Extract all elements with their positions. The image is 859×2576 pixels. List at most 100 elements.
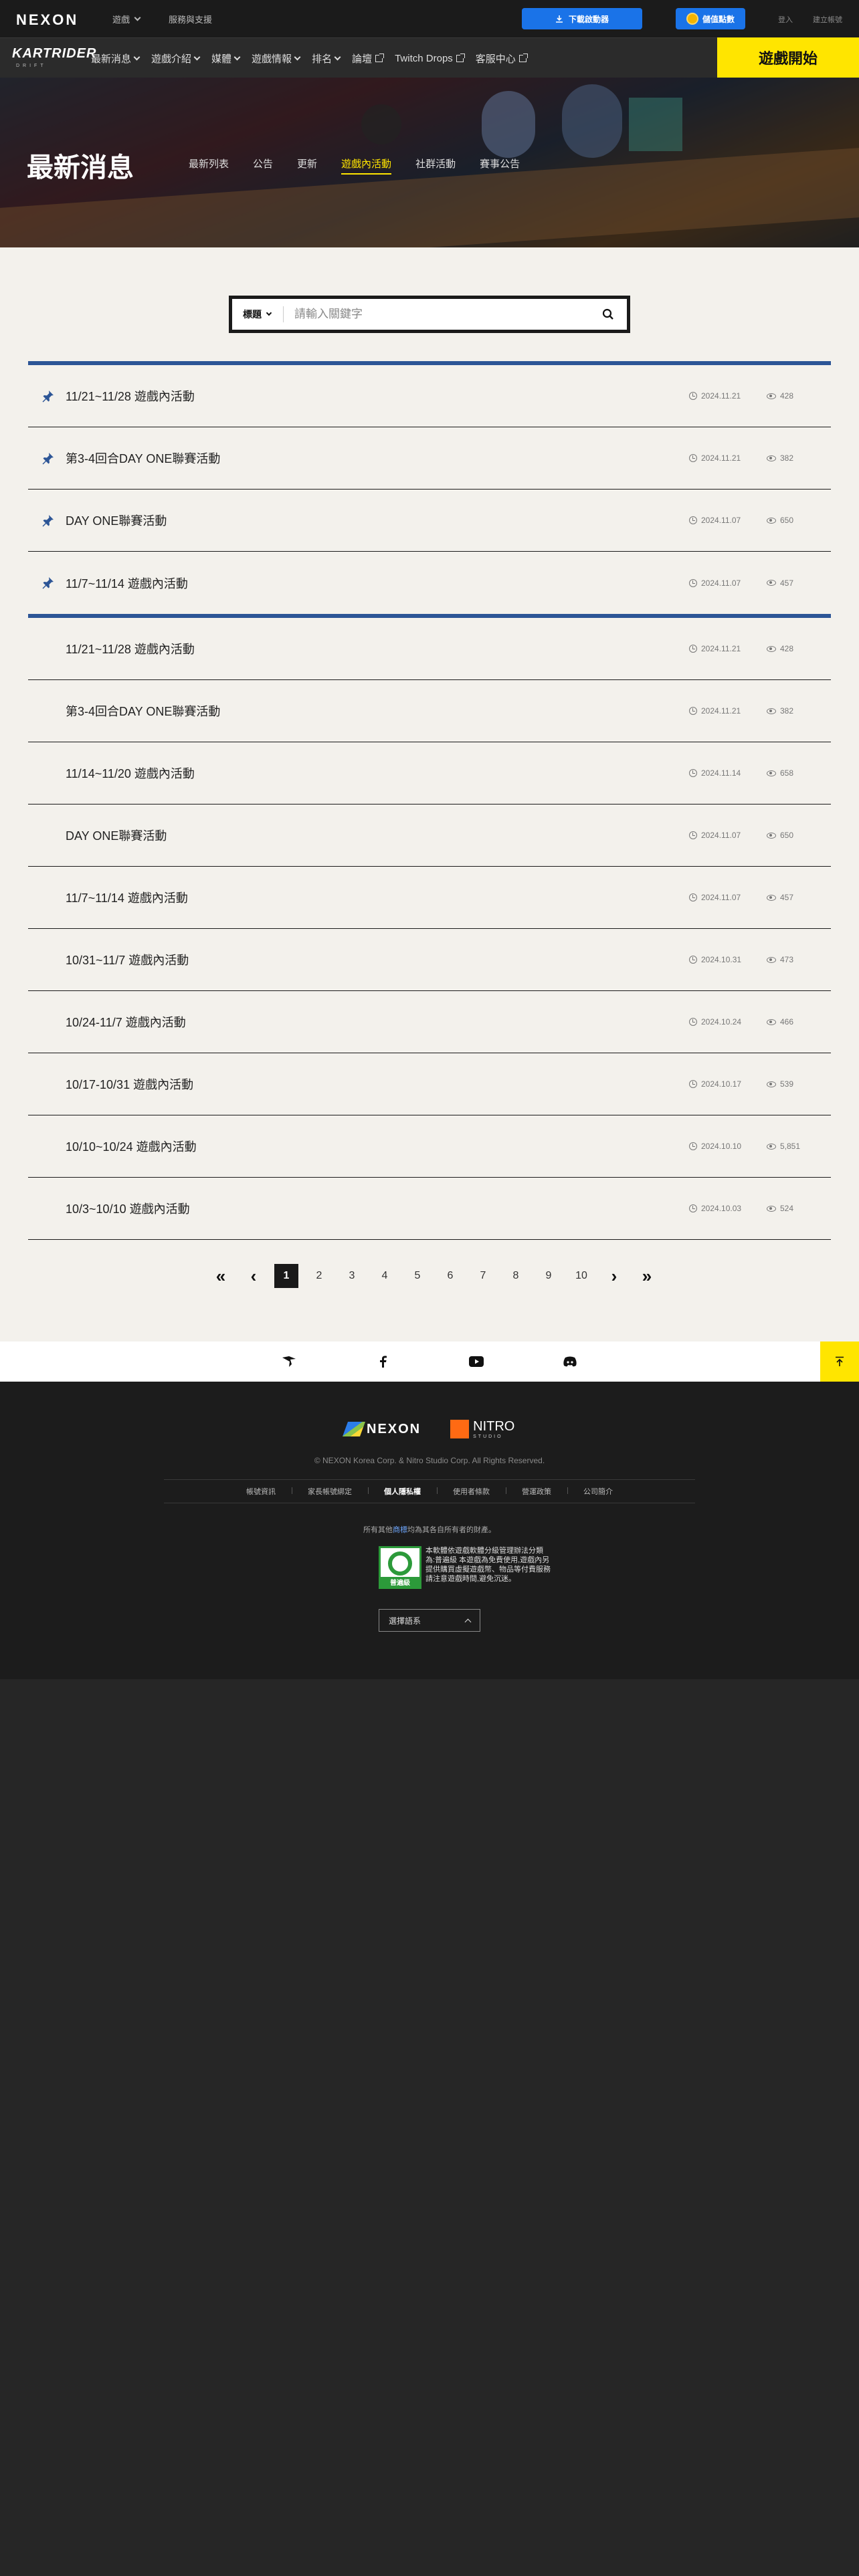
discord-icon[interactable] xyxy=(562,1354,578,1370)
login-link[interactable]: 登入 xyxy=(778,14,793,25)
post-row[interactable]: 11/7~11/14 遊戲內活動 2024.11.07 457 xyxy=(28,867,831,929)
post-views-value: 473 xyxy=(780,955,794,964)
post-title: 11/7~11/14 遊戲內活動 xyxy=(66,891,188,905)
search-input[interactable] xyxy=(284,308,595,321)
page-number-button[interactable]: 6 xyxy=(438,1264,462,1288)
eye-icon xyxy=(767,517,776,524)
post-views: 466 xyxy=(767,1017,793,1027)
post-row[interactable]: 11/21~11/28 遊戲內活動 2024.11.21 428 xyxy=(28,365,831,427)
chevron-down-icon xyxy=(266,310,272,316)
page-number-button[interactable]: 10 xyxy=(569,1264,593,1288)
post-row[interactable]: 11/14~11/20 遊戲內活動 2024.11.14 658 xyxy=(28,742,831,804)
footer-link-privacy[interactable]: 個人隱私權 xyxy=(368,1486,437,1497)
chevron-down-icon xyxy=(134,14,141,21)
page-numbers: 1 2 3 4 5 6 7 8 9 10 xyxy=(274,1264,602,1288)
nav-item-label: 客服中心 xyxy=(475,53,516,65)
footer-link-company[interactable]: 公司簡介 xyxy=(567,1486,629,1497)
post-date-value: 2024.10.31 xyxy=(701,955,742,964)
first-page-button[interactable]: « xyxy=(209,1264,233,1288)
post-row[interactable]: 11/21~11/28 遊戲內活動 2024.11.21 428 xyxy=(28,618,831,680)
last-page-button[interactable]: » xyxy=(635,1264,659,1288)
eye-icon xyxy=(767,1143,776,1150)
facebook-icon[interactable] xyxy=(375,1354,391,1370)
prev-page-button[interactable]: ‹ xyxy=(242,1264,266,1288)
games-menu[interactable]: 遊戲 xyxy=(112,13,141,25)
post-row[interactable]: 第3-4回合DAY ONE聯賽活動 2024.11.21 382 xyxy=(28,427,831,490)
post-row[interactable]: 11/7~11/14 遊戲內活動 2024.11.07 457 xyxy=(28,552,831,614)
language-select[interactable]: 選擇語系 xyxy=(379,1609,480,1632)
search-type-label: 標題 xyxy=(243,309,262,320)
clock-icon xyxy=(689,769,697,777)
page-number-button[interactable]: 8 xyxy=(504,1264,528,1288)
post-row[interactable]: 10/24-11/7 遊戲內活動 2024.10.24 466 xyxy=(28,991,831,1053)
hero-tire-decoration xyxy=(361,104,401,144)
regular-posts: 11/21~11/28 遊戲內活動 2024.11.21 428 第3-4回合DAY … xyxy=(28,618,831,1240)
clock-icon xyxy=(689,516,697,524)
site-footer: NEXON NITRO STUDIO © NEXON Korea Corp. &… xyxy=(0,1382,859,1679)
studio-bird-icon[interactable] xyxy=(281,1354,297,1370)
tab-tournament-notices[interactable]: 賽事公告 xyxy=(480,156,520,175)
post-row[interactable]: 10/10~10/24 遊戲內活動 2024.10.10 5,851 xyxy=(28,1115,831,1178)
page-number-button[interactable]: 7 xyxy=(471,1264,495,1288)
nav-item-twitch-drops[interactable]: Twitch Drops xyxy=(395,51,465,66)
eye-icon xyxy=(767,393,776,399)
page-number-button[interactable]: 4 xyxy=(373,1264,397,1288)
download-launcher-label: 下載啟動器 xyxy=(568,14,609,24)
download-launcher-button[interactable]: 下載啟動器 xyxy=(522,8,642,29)
signup-link[interactable]: 建立帳號 xyxy=(813,14,842,25)
search-button[interactable] xyxy=(595,301,622,328)
tab-latest[interactable]: 最新列表 xyxy=(189,156,229,175)
nav-item-support-center[interactable]: 客服中心 xyxy=(475,51,528,66)
footer-link-account-info[interactable]: 帳號資訊 xyxy=(230,1486,292,1497)
post-row[interactable]: DAY ONE聯賽活動 2024.11.07 650 xyxy=(28,490,831,552)
game-rating: 普遍級 本軟體依遊戲軟體分級管理辦法分類為:普遍級 本遊戲為免費使用,遊戲內另提… xyxy=(379,1546,553,1589)
page-number-button[interactable]: 5 xyxy=(405,1264,430,1288)
post-views-value: 650 xyxy=(780,831,794,840)
post-list: 11/21~11/28 遊戲內活動 2024.11.21 428 第3-4回合DAY … xyxy=(28,361,831,1240)
pin-icon xyxy=(42,515,54,527)
tab-in-game-events[interactable]: 遊戲內活動 xyxy=(341,156,392,175)
post-date-value: 2024.11.21 xyxy=(701,644,741,653)
kartrider-logo[interactable]: KARTRIDER xyxy=(12,46,96,62)
clock-icon xyxy=(689,1204,697,1212)
post-row[interactable]: DAY ONE聯賽活動 2024.11.07 650 xyxy=(28,804,831,867)
tab-updates[interactable]: 更新 xyxy=(297,156,317,175)
post-row[interactable]: 10/31~11/7 遊戲內活動 2024.10.31 473 xyxy=(28,929,831,991)
post-row[interactable]: 10/17-10/31 遊戲內活動 2024.10.17 539 xyxy=(28,1053,831,1115)
chevron-down-icon xyxy=(233,53,241,61)
post-row[interactable]: 10/3~10/10 遊戲內活動 2024.10.03 524 xyxy=(28,1178,831,1240)
chevron-down-icon xyxy=(294,53,301,61)
tab-announcements[interactable]: 公告 xyxy=(253,156,273,175)
nexon-logo[interactable]: NEXON xyxy=(16,11,78,29)
footer-link-terms[interactable]: 使用者條款 xyxy=(437,1486,506,1497)
nav-item-label: 遊戲介紹 xyxy=(151,53,192,65)
search-type-select[interactable]: 標題 xyxy=(232,306,284,322)
nav-item-ranking[interactable]: 排名 xyxy=(312,51,341,66)
nav-item-game-intro[interactable]: 遊戲介紹 xyxy=(151,51,201,66)
page-number-button[interactable]: 1 xyxy=(274,1264,298,1288)
post-views: 658 xyxy=(767,768,793,778)
post-row[interactable]: 第3-4回合DAY ONE聯賽活動 2024.11.21 382 xyxy=(28,680,831,742)
next-page-button[interactable]: › xyxy=(602,1264,626,1288)
footer-link-parental-binding[interactable]: 家長帳號綁定 xyxy=(292,1486,368,1497)
eye-icon xyxy=(767,956,776,963)
hero-character-decoration xyxy=(482,91,535,158)
page-number-button[interactable]: 9 xyxy=(537,1264,561,1288)
tab-community-events[interactable]: 社群活動 xyxy=(415,156,456,175)
scroll-to-top-button[interactable] xyxy=(820,1341,859,1382)
page-number-button[interactable]: 3 xyxy=(340,1264,364,1288)
pinned-posts: 11/21~11/28 遊戲內活動 2024.11.21 428 第3-4回合DAY … xyxy=(28,361,831,618)
post-date: 2024.11.21 xyxy=(689,706,741,716)
game-start-button[interactable]: 遊戲開始 xyxy=(717,37,859,78)
page-number-button[interactable]: 2 xyxy=(307,1264,331,1288)
top-up-button[interactable]: 儲值點數 xyxy=(676,8,745,29)
nav-item-game-info[interactable]: 遊戲情報 xyxy=(252,51,301,66)
nav-item-forum[interactable]: 論壇 xyxy=(352,51,385,66)
eye-icon xyxy=(767,1205,776,1212)
support-link[interactable]: 服務與支援 xyxy=(169,13,212,25)
nav-item-media[interactable]: 媒體 xyxy=(211,51,241,66)
nav-item-news[interactable]: 最新消息 xyxy=(91,51,140,66)
trademark-link[interactable]: 商標 xyxy=(393,1526,407,1534)
footer-link-operation-policy[interactable]: 營運政策 xyxy=(506,1486,567,1497)
youtube-icon[interactable] xyxy=(468,1354,484,1370)
